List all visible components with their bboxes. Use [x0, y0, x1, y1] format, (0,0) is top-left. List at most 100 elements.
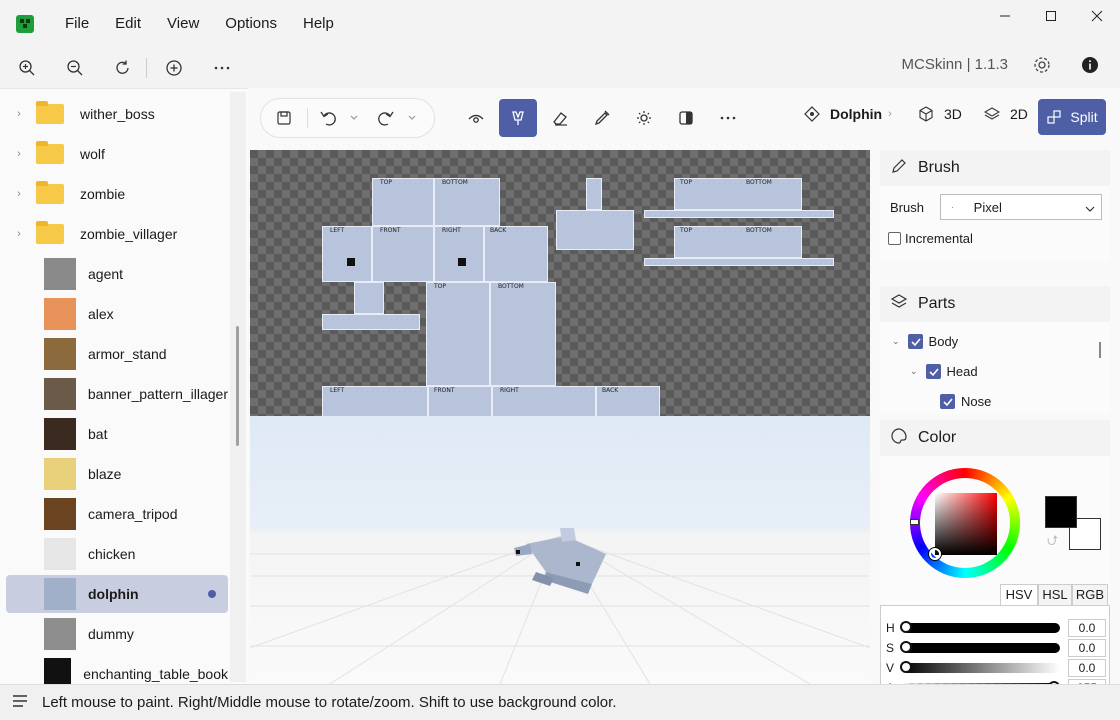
color-section-header[interactable]: Color [880, 420, 1110, 456]
chevron-right-icon[interactable]: › [6, 228, 32, 240]
uv-label-flipper-top: TOP [680, 179, 693, 186]
menu-lines-icon[interactable] [12, 694, 28, 712]
save-icon[interactable] [271, 99, 297, 137]
parts-tree: ⌄ Body ⌄ Head Nose [880, 322, 1110, 414]
menu-help[interactable]: Help [290, 0, 347, 48]
brush-section-header[interactable]: Brush [880, 150, 1110, 186]
skin-thumbnail [44, 578, 76, 610]
skin-item-chicken[interactable]: chicken [6, 535, 228, 573]
slider-track[interactable] [900, 661, 1060, 673]
undo-icon[interactable] [314, 99, 342, 137]
body-checkbox[interactable] [907, 334, 923, 349]
slider-s[interactable]: S 0.0 [886, 638, 1108, 658]
more-icon[interactable] [207, 53, 237, 83]
redo-dropdown-icon[interactable] [404, 99, 420, 137]
uv-head-left [322, 226, 372, 282]
model-breadcrumb[interactable]: Dolphin › [804, 106, 892, 122]
swap-colors-icon[interactable]: ⮍ [1047, 530, 1058, 554]
tab-hsv[interactable]: HSV [1000, 584, 1038, 606]
tree-folder-wolf[interactable]: › wolf [6, 135, 228, 173]
more-icon[interactable] [709, 99, 747, 137]
tab-rgb[interactable]: RGB [1072, 584, 1108, 606]
hue-marker[interactable] [910, 519, 919, 525]
eraser-icon[interactable] [541, 99, 579, 137]
info-icon[interactable] [1078, 53, 1102, 77]
slider-knob[interactable] [900, 641, 912, 653]
uv-flipper-1-sides [644, 210, 834, 218]
view-2d-button[interactable]: 2D [984, 106, 1028, 122]
palette-icon [890, 427, 910, 450]
zoom-in-icon[interactable] [12, 53, 42, 83]
slider-track[interactable] [900, 641, 1060, 653]
maximize-icon[interactable] [1028, 0, 1074, 32]
primary-color-swatch[interactable] [1045, 496, 1077, 528]
contrast-icon[interactable] [667, 99, 705, 137]
tab-hsl[interactable]: HSL [1038, 584, 1072, 606]
slider-h[interactable]: H 0.0 [886, 618, 1108, 638]
chevron-right-icon[interactable]: › [6, 148, 32, 160]
view-3d-button[interactable]: 3D [918, 106, 962, 122]
model-3d-view[interactable] [250, 416, 870, 684]
dropper-icon[interactable] [583, 99, 621, 137]
tree-folder-zombie[interactable]: › zombie [6, 175, 228, 213]
brush-tool-icon[interactable] [499, 99, 537, 137]
skin-item-dummy[interactable]: dummy [6, 615, 228, 653]
refresh-icon[interactable] [108, 53, 138, 83]
color-picker-marker[interactable] [929, 548, 941, 560]
brush-select[interactable]: · Pixel [940, 194, 1102, 220]
skin-item-agent[interactable]: agent [6, 255, 228, 293]
uv-body-top [426, 282, 490, 386]
slider-knob[interactable] [900, 661, 912, 673]
zoom-out-icon[interactable] [60, 53, 90, 83]
skin-item-banner-pattern-illager[interactable]: banner_pattern_illager [6, 375, 228, 413]
uv-label-left: LEFT [330, 227, 345, 234]
tree-folder-wither-boss[interactable]: › wither_boss [6, 95, 228, 133]
split-icon [1047, 110, 1061, 124]
uv-fin-top [586, 178, 602, 210]
skin-item-camera-tripod[interactable]: camera_tripod [6, 495, 228, 533]
menu-view[interactable]: View [154, 0, 212, 48]
tree-item-nose[interactable]: Nose [940, 394, 991, 409]
skin-item-dolphin[interactable]: dolphin [6, 575, 228, 613]
close-icon[interactable] [1074, 0, 1120, 32]
brightness-icon[interactable] [625, 99, 663, 137]
slider-track[interactable] [900, 621, 1060, 633]
tree-item-body[interactable]: ⌄ Body [892, 334, 958, 349]
undo-dropdown-icon[interactable] [346, 99, 362, 137]
slider-v[interactable]: V 0.0 [886, 658, 1108, 678]
chevron-right-icon[interactable]: › [6, 188, 32, 200]
skin-item-blaze[interactable]: blaze [6, 455, 228, 493]
brush-label: Brush [890, 200, 924, 215]
slider-knob[interactable] [900, 621, 912, 633]
add-circle-icon[interactable] [159, 53, 189, 83]
incremental-checkbox[interactable] [888, 232, 901, 245]
settings-icon[interactable] [1030, 53, 1054, 77]
skin-item-alex[interactable]: alex [6, 295, 228, 333]
chevron-down-icon: ⌄ [892, 336, 900, 346]
minimize-icon[interactable] [982, 0, 1028, 32]
skin-item-armor-stand[interactable]: armor_stand [6, 335, 228, 373]
slider-value[interactable]: 0.0 [1068, 619, 1106, 637]
view-split-button[interactable]: Split [1038, 99, 1106, 135]
menu-options[interactable]: Options [212, 0, 290, 48]
brush-title: Brush [918, 159, 960, 176]
tree-folder-zombie-villager[interactable]: › zombie_villager [6, 215, 228, 253]
head-checkbox[interactable] [925, 364, 941, 379]
texture-2d-view[interactable]: TOP BOTTOM LEFT FRONT RIGHT BACK TOP BOT… [250, 150, 870, 416]
skin-item-bat[interactable]: bat [6, 415, 228, 453]
tree-item-head[interactable]: ⌄ Head [910, 364, 978, 379]
parts-section-header[interactable]: Parts [880, 286, 1110, 322]
nose-checkbox[interactable] [940, 394, 955, 409]
menu-file[interactable]: File [52, 0, 102, 48]
uv-body-bottom [490, 282, 556, 386]
chevron-right-icon[interactable]: › [6, 108, 32, 120]
view-icon[interactable] [457, 99, 495, 137]
sidebar-scrollbar-thumb[interactable] [236, 326, 239, 446]
slider-value[interactable]: 0.0 [1068, 659, 1106, 677]
skin-label: blaze [88, 466, 122, 482]
slider-value[interactable]: 0.0 [1068, 639, 1106, 657]
saturation-value-square[interactable] [935, 493, 997, 555]
redo-icon[interactable] [372, 99, 400, 137]
parts-scrollbar[interactable] [1099, 342, 1101, 358]
menu-edit[interactable]: Edit [102, 0, 154, 48]
